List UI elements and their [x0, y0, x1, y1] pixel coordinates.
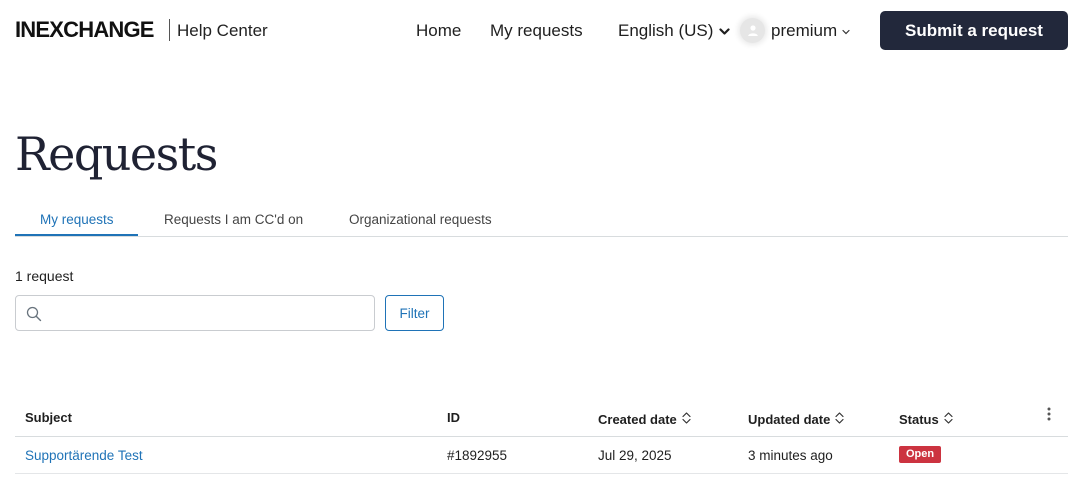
kebab-menu-icon[interactable]: [1045, 406, 1053, 427]
request-tabs: My requests Requests I am CC'd on Organi…: [15, 203, 1068, 237]
page-title: Requests: [15, 127, 218, 181]
sort-icon: [944, 412, 953, 428]
column-header-status[interactable]: Status: [899, 412, 953, 428]
sort-icon: [682, 412, 691, 428]
user-avatar-icon: [740, 18, 765, 43]
column-header-id: ID: [447, 410, 460, 425]
user-name: premium: [771, 20, 838, 40]
filter-button[interactable]: Filter: [385, 295, 444, 331]
column-header-subject: Subject: [25, 410, 72, 425]
search-input[interactable]: [52, 302, 362, 324]
logo[interactable]: INEXCHANGE: [15, 18, 154, 42]
help-center-label[interactable]: Help Center: [177, 20, 268, 42]
nav-my-requests-link[interactable]: My requests: [490, 20, 583, 42]
request-updated-date: 3 minutes ago: [748, 448, 833, 463]
language-label: English (US): [618, 21, 714, 40]
chevron-down-icon: [842, 22, 850, 40]
active-tab-indicator: [15, 234, 138, 236]
table-header: Subject ID Created date Updated date Sta…: [15, 398, 1068, 437]
user-menu[interactable]: premium: [740, 18, 850, 43]
column-header-created[interactable]: Created date: [598, 412, 691, 428]
submit-request-button[interactable]: Submit a request: [880, 11, 1068, 50]
search-icon: [26, 306, 42, 327]
nav-home-link[interactable]: Home: [416, 20, 461, 42]
tab-my-requests[interactable]: My requests: [40, 211, 114, 228]
request-subject-link[interactable]: Supportärende Test: [25, 447, 143, 464]
search-box: [15, 295, 375, 331]
requests-table: Subject ID Created date Updated date Sta…: [15, 398, 1068, 474]
status-badge: Open: [899, 446, 942, 463]
logo-divider: [169, 19, 170, 41]
header: INEXCHANGE Help Center Home My requests …: [0, 0, 1080, 62]
column-header-updated[interactable]: Updated date: [748, 412, 844, 428]
tab-cc-requests[interactable]: Requests I am CC'd on: [164, 211, 303, 228]
request-count: 1 request: [15, 268, 74, 284]
request-id: #1892955: [447, 448, 508, 463]
table-row: Supportärende Test #1892955 Jul 29, 2025…: [15, 437, 1068, 474]
request-created-date: Jul 29, 2025: [598, 448, 672, 463]
chevron-down-icon: [719, 20, 731, 42]
tab-organizational-requests[interactable]: Organizational requests: [349, 211, 492, 228]
language-selector[interactable]: English (US): [618, 20, 731, 42]
sort-icon: [835, 412, 844, 428]
